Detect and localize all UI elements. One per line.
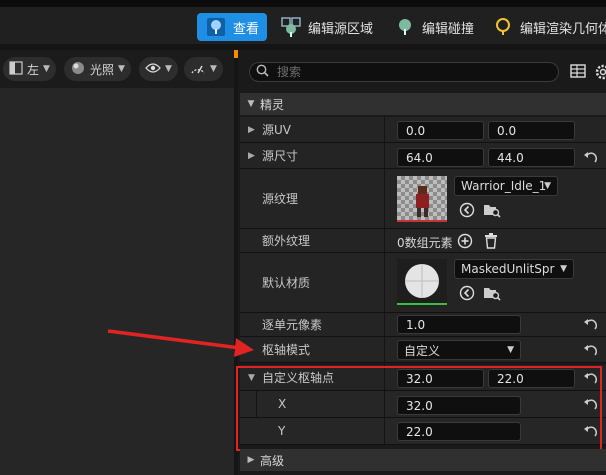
browse-to-asset-icon[interactable]	[458, 201, 476, 219]
search-input[interactable]	[275, 64, 539, 80]
settings-gear-icon[interactable]	[594, 63, 606, 81]
chevron-down-icon: ▼	[544, 181, 551, 191]
chevron-down-icon: ▼	[507, 345, 514, 355]
panel-scroll-marker	[234, 50, 238, 58]
default-material-dropdown[interactable]: MaskedUnlitSpriteMaterial ▼	[454, 259, 574, 279]
table-view-icon[interactable]	[570, 63, 588, 81]
find-in-content-browser-icon[interactable]	[483, 284, 501, 302]
chevron-down-icon: ▼	[165, 64, 172, 74]
reset-to-default-icon[interactable]	[582, 371, 598, 387]
source-dimension-label: 源尺寸	[262, 149, 299, 163]
add-element-icon[interactable]	[456, 232, 474, 250]
chevron-down-icon: ▼	[560, 264, 567, 274]
tree-icon	[205, 16, 227, 38]
collapse-arrow-icon: ▼	[247, 99, 255, 109]
reset-to-default-icon[interactable]	[582, 343, 598, 359]
sprite-viewport[interactable]	[0, 50, 234, 475]
reset-to-default-icon[interactable]	[582, 317, 598, 333]
pivot-mode-label: 枢轴模式	[262, 343, 311, 357]
default-material-label: 默认材质	[262, 276, 311, 290]
source-texture-value: Warrior_Idle_1	[461, 179, 547, 193]
chevron-down-icon: ▼	[118, 64, 125, 74]
reset-to-default-icon[interactable]	[582, 397, 598, 413]
panel-layout-icon	[9, 60, 23, 78]
column-divider	[384, 418, 385, 444]
browse-to-asset-icon[interactable]	[458, 284, 476, 302]
custom-pivot-y-label: Y	[278, 424, 286, 438]
category-advanced-label: 高级	[260, 453, 285, 468]
material-thumbnail[interactable]	[397, 259, 447, 305]
column-divider	[384, 169, 385, 228]
custom-pivot-point-label: 自定义枢轴点	[262, 371, 335, 385]
source-uv-x-field[interactable]: 0.0	[397, 121, 484, 140]
source-texture-dropdown[interactable]: Warrior_Idle_1 ▼	[454, 176, 558, 196]
source-dimension-y-field[interactable]: 44.0	[488, 148, 575, 167]
texture-thumbnail[interactable]	[397, 176, 447, 222]
search-icon	[256, 64, 269, 80]
lit-sphere-icon	[70, 60, 86, 79]
default-material-value: MaskedUnlitSpriteMaterial	[461, 262, 555, 276]
column-divider	[384, 391, 385, 417]
realtime-dropdown[interactable]: ▼	[184, 57, 223, 81]
source-dimension-x-field[interactable]: 64.0	[397, 148, 484, 167]
view-mode-dropdown[interactable]: 左 ▼	[3, 57, 56, 81]
edit-source-region-label: 编辑源区域	[308, 21, 374, 37]
custom-pivot-x-subfield[interactable]: 32.0	[397, 396, 521, 415]
search-box[interactable]	[249, 62, 559, 82]
lighting-label: 光照	[90, 62, 115, 77]
category-advanced[interactable]: ▶ 高级	[240, 449, 606, 471]
edit-render-geometry-label: 编辑渲染几何体	[520, 21, 606, 37]
collision-icon	[394, 16, 416, 38]
collapse-arrow-icon[interactable]: ▼	[248, 365, 255, 390]
reset-to-default-icon[interactable]	[582, 424, 598, 440]
view-mode-label: 左	[27, 62, 40, 77]
column-divider	[384, 117, 385, 142]
annotation-arrow	[107, 329, 254, 357]
view-button-label: 查看	[233, 21, 260, 37]
pivot-mode-value: 自定义	[404, 343, 441, 358]
source-texture-label: 源纹理	[262, 192, 299, 206]
edit-collision-label: 编辑碰撞	[422, 21, 475, 37]
find-in-content-browser-icon[interactable]	[483, 201, 501, 219]
trash-icon[interactable]	[482, 232, 500, 250]
speed-gauge-icon	[190, 61, 206, 78]
additional-textures-label: 额外纹理	[262, 234, 311, 248]
source-uv-label: 源UV	[262, 123, 291, 137]
source-region-icon	[280, 16, 302, 38]
pivot-mode-dropdown[interactable]: 自定义 ▼	[397, 340, 521, 360]
lighting-dropdown[interactable]: 光照 ▼	[64, 57, 131, 81]
column-divider	[384, 365, 385, 390]
chevron-down-icon: ▼	[210, 64, 217, 74]
column-divider	[384, 337, 385, 362]
column-divider	[384, 143, 385, 168]
custom-pivot-x-label: X	[278, 397, 287, 411]
reset-to-default-icon[interactable]	[582, 150, 598, 166]
category-sprite-label: 精灵	[260, 97, 285, 112]
eye-icon	[145, 62, 161, 77]
source-uv-y-field[interactable]: 0.0	[488, 121, 575, 140]
edit-collision-button[interactable]: 编辑碰撞	[386, 13, 482, 41]
custom-pivot-y-field[interactable]: 22.0	[488, 369, 575, 388]
additional-textures-count: 0数组元素	[397, 236, 453, 250]
chevron-down-icon: ▼	[43, 64, 50, 74]
edit-source-region-button[interactable]: 编辑源区域	[272, 13, 381, 41]
pixels-per-unit-field[interactable]: 1.0	[397, 315, 521, 334]
custom-pivot-x-field[interactable]: 32.0	[397, 369, 484, 388]
pixels-per-unit-label: 逐单元像素	[262, 318, 323, 332]
category-sprite[interactable]: ▼ 精灵	[240, 93, 606, 115]
column-divider	[384, 253, 385, 312]
show-dropdown[interactable]: ▼	[139, 57, 178, 81]
render-geometry-icon	[492, 16, 514, 38]
column-divider	[384, 313, 385, 336]
expand-arrow-icon: ▶	[247, 455, 255, 465]
expand-arrow-icon[interactable]: ▶	[248, 117, 255, 142]
custom-pivot-y-subfield[interactable]: 22.0	[397, 422, 521, 441]
column-divider	[384, 229, 385, 252]
toolbar-top-edge	[0, 0, 606, 7]
view-button[interactable]: 查看	[197, 13, 268, 41]
expand-arrow-icon[interactable]: ▶	[248, 143, 255, 168]
edit-render-geometry-button[interactable]: 编辑渲染几何体	[484, 13, 606, 41]
